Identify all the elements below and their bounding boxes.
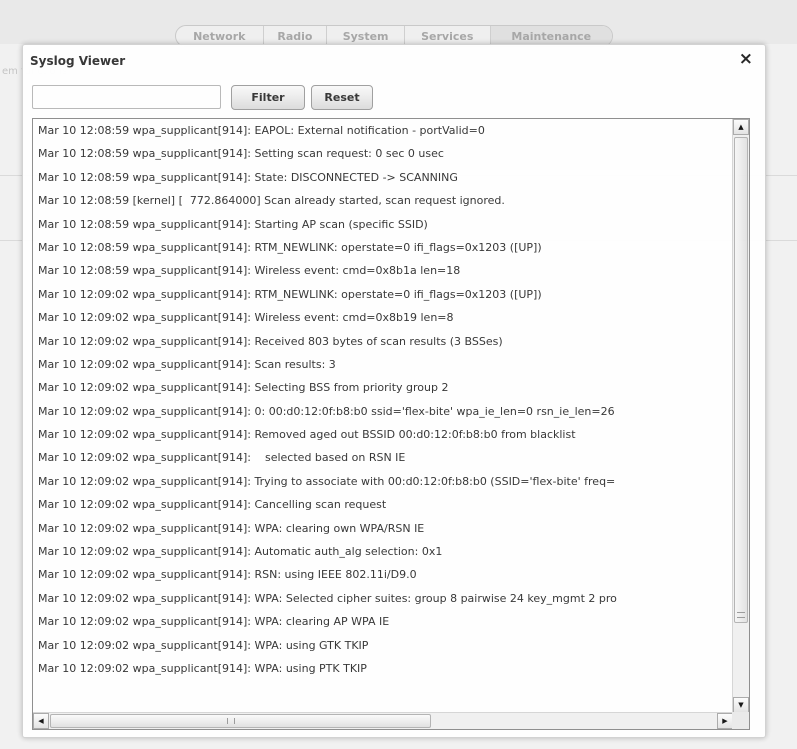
log-line: Mar 10 12:09:02 wpa_supplicant[914]: Rem… <box>38 428 576 442</box>
horizontal-scrollbar[interactable]: ◀ ▶ <box>33 712 733 729</box>
tab-maintenance[interactable]: Maintenance <box>490 26 612 46</box>
syslog-log-content: Mar 10 12:08:59 wpa_supplicant[914]: EAP… <box>33 119 733 713</box>
syslog-log-area[interactable]: Mar 10 12:08:59 wpa_supplicant[914]: EAP… <box>32 118 750 730</box>
log-line: Mar 10 12:09:02 wpa_supplicant[914]: WPA… <box>38 591 617 605</box>
log-line: Mar 10 12:08:59 [kernel] [ 772.864000] S… <box>38 194 505 208</box>
log-line: Mar 10 12:08:59 wpa_supplicant[914]: EAP… <box>38 124 485 137</box>
dialog-title: Syslog Viewer <box>30 54 126 68</box>
tab-radio[interactable]: Radio <box>264 26 328 46</box>
grip-icon <box>227 718 235 724</box>
tab-network[interactable]: Network <box>176 26 264 46</box>
tab-services[interactable]: Services <box>405 26 491 46</box>
log-line: Mar 10 12:09:02 wpa_supplicant[914]: WPA… <box>38 521 425 535</box>
log-line: Mar 10 12:08:59 wpa_supplicant[914]: Sta… <box>38 217 428 231</box>
grip-icon <box>737 612 745 618</box>
filter-button[interactable]: Filter <box>231 85 305 110</box>
log-line: Mar 10 12:09:02 wpa_supplicant[914]: Sel… <box>38 381 449 395</box>
log-line: Mar 10 12:08:59 wpa_supplicant[914]: Wir… <box>38 264 461 278</box>
log-line: Mar 10 12:08:59 wpa_supplicant[914]: RTM… <box>38 240 542 254</box>
scroll-right-icon[interactable]: ▶ <box>717 713 733 729</box>
vertical-scrollbar[interactable]: ▲ ▼ <box>732 119 749 713</box>
log-line: Mar 10 12:08:59 wpa_supplicant[914]: Set… <box>38 147 444 161</box>
syslog-viewer-dialog: Syslog Viewer × Filter Reset Mar 10 12:0… <box>22 44 766 738</box>
vertical-scroll-thumb[interactable] <box>734 137 748 623</box>
log-line: Mar 10 12:09:02 wpa_supplicant[914]: 0: … <box>38 404 615 418</box>
scroll-up-icon[interactable]: ▲ <box>733 119 749 135</box>
close-icon[interactable]: × <box>739 49 753 69</box>
log-line: Mar 10 12:09:02 wpa_supplicant[914]: WPA… <box>38 661 367 675</box>
log-line: Mar 10 12:09:02 wpa_supplicant[914]: RTM… <box>38 287 542 301</box>
scroll-down-icon[interactable]: ▼ <box>733 697 749 713</box>
tab-system[interactable]: System <box>327 26 405 46</box>
log-line: Mar 10 12:09:02 wpa_supplicant[914]: Can… <box>38 498 387 512</box>
log-line: Mar 10 12:09:02 wpa_supplicant[914]: WPA… <box>38 638 369 652</box>
log-line: Mar 10 12:09:02 wpa_supplicant[914]: WPA… <box>38 615 390 629</box>
log-line: Mar 10 12:09:02 wpa_supplicant[914]: sel… <box>38 451 406 465</box>
horizontal-scroll-thumb[interactable] <box>50 714 431 728</box>
log-line: Mar 10 12:08:59 wpa_supplicant[914]: Sta… <box>38 170 458 184</box>
log-line: Mar 10 12:09:02 wpa_supplicant[914]: RSN… <box>38 568 417 582</box>
log-line: Mar 10 12:09:02 wpa_supplicant[914]: Rec… <box>38 334 503 348</box>
log-line: Mar 10 12:09:02 wpa_supplicant[914]: Aut… <box>38 545 443 559</box>
filter-input[interactable] <box>32 85 221 109</box>
scroll-corner <box>732 712 749 729</box>
log-line: Mar 10 12:09:02 wpa_supplicant[914]: Try… <box>38 474 616 488</box>
reset-button[interactable]: Reset <box>311 85 373 110</box>
log-line: Mar 10 12:09:02 wpa_supplicant[914]: Sca… <box>38 357 336 371</box>
scroll-left-icon[interactable]: ◀ <box>33 713 49 729</box>
log-line: Mar 10 12:09:02 wpa_supplicant[914]: Wir… <box>38 311 454 325</box>
